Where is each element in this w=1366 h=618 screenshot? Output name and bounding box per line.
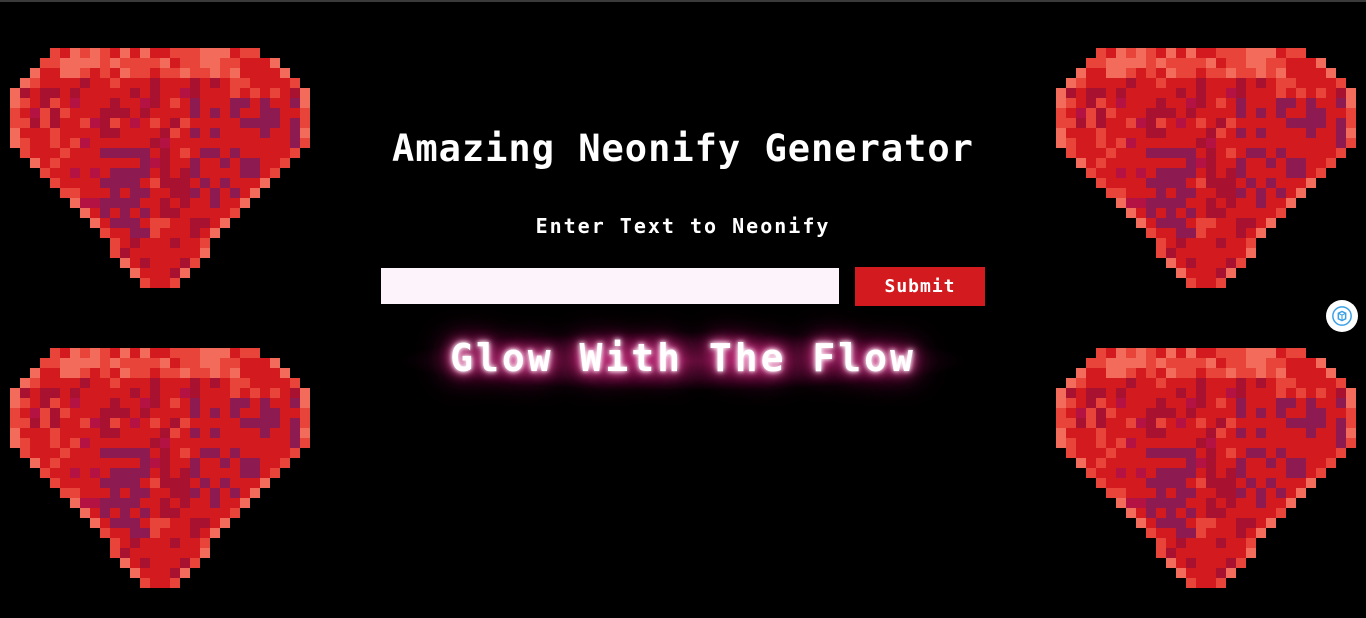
ruby-gem-icon (1056, 48, 1356, 288)
page-subtitle: Enter Text to Neonify (535, 214, 831, 238)
ai-assistant-button[interactable] (1326, 300, 1358, 332)
neon-text-input[interactable] (381, 268, 839, 304)
ruby-gem-icon (1056, 348, 1356, 588)
ai-assistant-icon (1331, 305, 1353, 327)
submit-button[interactable]: Submit (855, 267, 985, 306)
page: Amazing Neonify Generator Enter Text to … (0, 0, 1366, 618)
ruby-gem-icon (10, 48, 310, 288)
neon-preview-text: Glow With The Flow (450, 336, 916, 380)
page-title: Amazing Neonify Generator (392, 127, 974, 170)
ruby-gem-icon (10, 348, 310, 588)
